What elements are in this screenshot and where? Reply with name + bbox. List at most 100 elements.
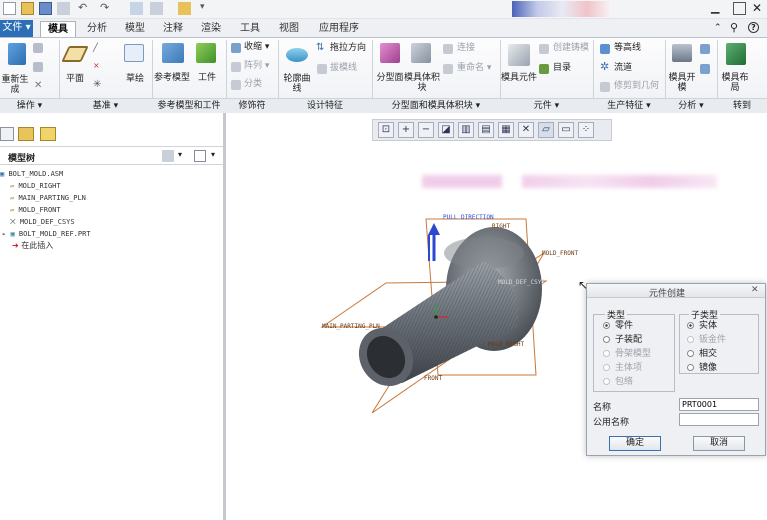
runner-icon[interactable]: ✲ bbox=[600, 60, 609, 73]
tab-view[interactable]: 视图 bbox=[272, 21, 306, 37]
show-icon[interactable] bbox=[194, 150, 206, 162]
subtype-mirror-radio[interactable]: 镜像 bbox=[687, 363, 717, 374]
runner-button[interactable]: 流道 bbox=[614, 63, 632, 74]
show-dropdown-icon[interactable]: ▾ bbox=[211, 150, 215, 159]
workpiece-icon[interactable] bbox=[196, 43, 216, 63]
trim-icon[interactable] bbox=[600, 82, 610, 92]
trim-to-geometry-button[interactable]: 修剪到几何 bbox=[614, 81, 659, 92]
dialog-close-icon[interactable]: ✕ bbox=[751, 285, 759, 295]
point-icon[interactable]: × bbox=[93, 61, 100, 70]
tab-annotation[interactable]: 注释 bbox=[156, 21, 190, 37]
tab-file[interactable]: 文件 ▾ bbox=[0, 20, 33, 37]
tree-tab-icon[interactable] bbox=[0, 127, 14, 141]
type-subassembly-radio[interactable]: 子装配 bbox=[603, 335, 642, 346]
regenerate-icon[interactable] bbox=[8, 43, 26, 65]
sketch-icon[interactable] bbox=[124, 44, 144, 62]
redo-icon[interactable]: ↷ bbox=[100, 2, 113, 15]
tab-render[interactable]: 渲染 bbox=[194, 21, 228, 37]
mold-volume-button[interactable]: 模具体积块 bbox=[404, 73, 440, 93]
name-input[interactable] bbox=[679, 398, 759, 411]
csys-icon[interactable]: ✳ bbox=[93, 79, 101, 90]
maximize-icon[interactable] bbox=[733, 2, 746, 15]
group-production-features[interactable]: 生产特征 ▾ bbox=[593, 98, 665, 113]
subtype-solid-radio[interactable]: 实体 bbox=[687, 321, 717, 332]
tab-analysis[interactable]: 分析 bbox=[80, 21, 114, 37]
search-icon[interactable]: ⚲ bbox=[730, 21, 738, 34]
regenerate-icon[interactable] bbox=[130, 2, 143, 15]
save-icon[interactable] bbox=[39, 2, 52, 15]
waterline-icon[interactable] bbox=[600, 44, 610, 54]
shrink-icon[interactable] bbox=[231, 43, 241, 53]
group-datum[interactable]: 基准 ▾ bbox=[59, 98, 152, 113]
mold-layout-icon[interactable] bbox=[726, 43, 746, 65]
waterline-button[interactable]: 等高线 bbox=[614, 43, 641, 54]
help-icon[interactable]: ? bbox=[748, 22, 759, 33]
tab-mold[interactable]: 模具 bbox=[40, 21, 76, 37]
type-skeleton-radio[interactable]: 骨架模型 bbox=[603, 349, 651, 360]
sketch-button[interactable]: 草绘 bbox=[118, 74, 152, 84]
reference-model-icon[interactable] bbox=[162, 43, 184, 63]
open-folder-icon[interactable] bbox=[21, 2, 34, 15]
group-design-features[interactable]: 设计特征 bbox=[278, 98, 372, 113]
delete-icon[interactable]: ✕ bbox=[34, 80, 42, 91]
favorites-icon[interactable] bbox=[40, 127, 56, 141]
pattern-button[interactable]: 阵列 ▾ bbox=[244, 61, 269, 72]
split-icon[interactable] bbox=[231, 80, 241, 90]
qat-dropdown-icon[interactable]: ▾ bbox=[200, 2, 213, 15]
tree-item-datum-plane[interactable]: ▱ MOLD_RIGHT bbox=[10, 180, 61, 192]
undo-icon[interactable]: ↶ bbox=[78, 2, 91, 15]
windows-icon[interactable] bbox=[150, 2, 163, 15]
tree-item-csys[interactable]: ⨉ MOLD_DEF_CSYS bbox=[10, 216, 75, 228]
close-icon[interactable]: ✕ bbox=[752, 1, 762, 15]
rename-button[interactable]: 重命名 ▾ bbox=[457, 63, 491, 74]
group-transfer[interactable]: 转到 bbox=[717, 98, 767, 113]
mold-component-button[interactable]: 模具元件 bbox=[501, 73, 537, 83]
ok-button[interactable]: 确定 bbox=[609, 436, 661, 451]
plane-button[interactable]: 平面 bbox=[60, 74, 90, 84]
mold-component-icon[interactable] bbox=[508, 44, 530, 66]
group-parting-volume[interactable]: 分型面和模具体积块 ▾ bbox=[372, 98, 500, 113]
tab-model[interactable]: 模型 bbox=[118, 21, 152, 37]
tab-tools[interactable]: 工具 bbox=[232, 21, 268, 37]
catalog-button[interactable]: 目录 bbox=[553, 63, 571, 74]
tree-item-datum-plane[interactable]: ▱ MAIN_PARTING_PLN bbox=[10, 192, 86, 204]
contour-curve-button[interactable]: 轮廓曲线 bbox=[280, 74, 314, 94]
paste-icon[interactable] bbox=[33, 62, 43, 72]
tree-settings-icon[interactable] bbox=[162, 150, 174, 162]
plane-icon[interactable] bbox=[61, 46, 89, 62]
rename-icon[interactable] bbox=[443, 64, 453, 74]
check-tool-icon[interactable] bbox=[700, 64, 710, 74]
group-modifiers[interactable]: 修饰符 bbox=[226, 98, 278, 113]
connect-button[interactable]: 连接 bbox=[457, 43, 475, 54]
mold-open-icon[interactable] bbox=[672, 44, 692, 62]
mold-layout-button[interactable]: 模具布局 bbox=[718, 73, 752, 93]
connect-icon[interactable] bbox=[443, 44, 453, 54]
reference-model-button[interactable]: 参考模型 bbox=[154, 73, 190, 83]
analysis-tool-icon[interactable] bbox=[700, 44, 710, 54]
regenerate-button[interactable]: 重新生成 bbox=[0, 75, 30, 95]
split-button[interactable]: 分类 bbox=[244, 79, 262, 90]
tree-item-part[interactable]: ▸ ▣ BOLT_MOLD_REF.PRT bbox=[2, 228, 91, 240]
new-file-icon[interactable] bbox=[3, 2, 16, 15]
shrink-button[interactable]: 收缩 ▾ bbox=[244, 42, 269, 53]
parting-surface-icon[interactable] bbox=[380, 43, 400, 63]
workpiece-button[interactable]: 工件 bbox=[190, 73, 224, 83]
folder-icon[interactable] bbox=[178, 2, 191, 15]
drag-direction-icon[interactable]: ⇅ bbox=[316, 42, 324, 53]
tab-applications[interactable]: 应用程序 bbox=[312, 21, 366, 37]
common-name-input[interactable] bbox=[679, 413, 759, 426]
catalog-icon[interactable] bbox=[539, 64, 549, 74]
axis-icon[interactable]: ╱ bbox=[93, 43, 98, 52]
tree-settings-dropdown-icon[interactable]: ▾ bbox=[178, 150, 182, 159]
mold-open-button[interactable]: 模具开模 bbox=[666, 73, 698, 93]
create-casting-button[interactable]: 创建铸模 bbox=[553, 43, 589, 54]
cancel-button[interactable]: 取消 bbox=[693, 436, 745, 451]
skirt-button[interactable]: 拔模线 bbox=[330, 63, 357, 74]
group-operations[interactable]: 操作 ▾ bbox=[0, 98, 59, 113]
collapse-ribbon-icon[interactable]: ⌃ bbox=[714, 23, 722, 33]
subtype-intersect-radio[interactable]: 相交 bbox=[687, 349, 717, 360]
folder-browser-icon[interactable] bbox=[18, 127, 34, 141]
mold-volume-icon[interactable] bbox=[411, 43, 431, 63]
subtype-sheetmetal-radio[interactable]: 钣金件 bbox=[687, 335, 726, 346]
contour-curve-icon[interactable] bbox=[286, 48, 308, 62]
